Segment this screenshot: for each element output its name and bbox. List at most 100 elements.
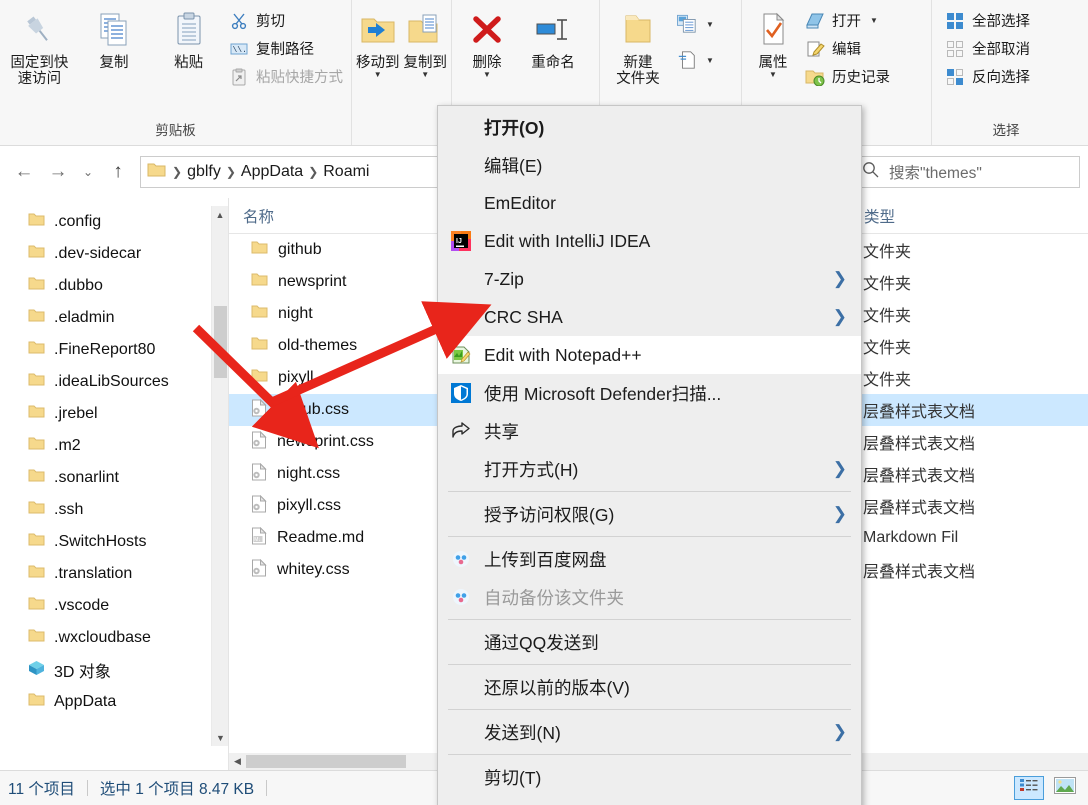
tree-item-ssh[interactable]: .ssh: [0, 494, 228, 526]
new-item-button[interactable]: ▼: [674, 12, 720, 36]
scroll-up-icon[interactable]: ▲: [212, 206, 228, 223]
cut-button[interactable]: 剪切: [226, 8, 349, 33]
select-none-button[interactable]: 全部取消: [942, 36, 1036, 61]
breadcrumb-item-2[interactable]: Roami: [320, 163, 372, 181]
context-menu-item-send-to[interactable]: 发送到(N) ❯: [438, 713, 861, 751]
context-menu-item-open-with[interactable]: 打开方式(H) ❯: [438, 450, 861, 488]
context-menu-item-crc-sha[interactable]: CRC SHA ❯: [438, 298, 861, 336]
pin-to-quick-access-button[interactable]: 固定到快 速访问: [2, 4, 77, 87]
context-menu-item-notepad-plus-plus[interactable]: Edit with Notepad++: [438, 336, 861, 374]
context-menu-item-intellij[interactable]: IJ Edit with IntelliJ IDEA: [438, 222, 861, 260]
new-small-buttons: ▼ ▼: [674, 4, 720, 72]
context-menu-item-emeditor[interactable]: EmEditor: [438, 184, 861, 222]
easy-access-button[interactable]: ▼: [674, 48, 720, 72]
context-menu-separator: [448, 536, 851, 537]
copy-button[interactable]: 复制: [77, 4, 152, 71]
tree-item-switchhosts[interactable]: .SwitchHosts: [0, 526, 228, 558]
paste-shortcut-icon: [229, 67, 249, 87]
new-folder-button[interactable]: 新建 文件夹: [602, 4, 674, 87]
edit-button[interactable]: 编辑: [802, 36, 896, 61]
up-button[interactable]: ↑: [102, 156, 134, 188]
back-button[interactable]: ←: [8, 156, 40, 188]
move-to-label: 移动到: [356, 55, 400, 71]
breadcrumb-item-0[interactable]: gblfy: [184, 163, 224, 181]
context-menu-item-send-via-qq[interactable]: 通过QQ发送到: [438, 623, 861, 661]
select-all-button[interactable]: 全部选择: [942, 8, 1036, 33]
tree-item-wxcloudbase[interactable]: .wxcloudbase: [0, 622, 228, 654]
scroll-left-icon[interactable]: ◀: [229, 756, 246, 767]
paste-shortcut-button[interactable]: 粘贴快捷方式: [226, 64, 349, 89]
tree-item-m2[interactable]: .m2: [0, 430, 228, 462]
scrollbar-thumb[interactable]: [214, 306, 227, 378]
context-menu-label: CRC SHA: [484, 306, 563, 327]
properties-button[interactable]: 属性 ▼: [744, 4, 802, 79]
open-button[interactable]: 打开 ▼: [802, 8, 896, 33]
tree-item-translation[interactable]: .translation: [0, 558, 228, 590]
history-button[interactable]: 历史记录: [802, 64, 896, 89]
tree-item-sonarlint[interactable]: .sonarlint: [0, 462, 228, 494]
context-menu-item-share[interactable]: 共享: [438, 412, 861, 450]
column-header-type[interactable]: 类型: [849, 204, 1049, 227]
properties-label: 属性: [758, 55, 788, 71]
hscrollbar-thumb[interactable]: [246, 755, 406, 768]
tree-item-3d-objects[interactable]: 3D 对象: [0, 654, 228, 686]
context-menu-item-copy[interactable]: 复制(C): [438, 796, 861, 805]
tree-item-label: .FineReport80: [54, 341, 156, 358]
copy-to-caret-icon[interactable]: ▼: [421, 71, 429, 79]
breadcrumb-item-1[interactable]: AppData: [238, 163, 306, 181]
move-to-caret-icon[interactable]: ▼: [374, 71, 382, 79]
chevron-down-icon: ⌄: [82, 165, 94, 179]
paste-button[interactable]: 粘贴: [151, 4, 226, 71]
move-to-button[interactable]: 移动到 ▼: [354, 4, 402, 79]
copy-path-button[interactable]: \\.. 复制路径: [226, 36, 349, 61]
scroll-down-icon[interactable]: ▼: [212, 729, 228, 746]
new-folder-icon: [618, 8, 658, 52]
easy-access-caret-icon[interactable]: ▼: [706, 56, 714, 65]
tree-item-config[interactable]: .config: [0, 206, 228, 238]
context-menu-item-7zip[interactable]: 7-Zip ❯: [438, 260, 861, 298]
open-icon: [805, 11, 825, 31]
context-menu-item-edit[interactable]: 编辑(E): [438, 146, 861, 184]
delete-button[interactable]: 删除 ▼: [454, 4, 520, 79]
folder-icon: [28, 340, 45, 360]
context-menu-item-auto-backup[interactable]: 自动备份该文件夹: [438, 578, 861, 616]
tree-item-label: .dev-sidecar: [54, 245, 142, 262]
folder-icon: [28, 244, 45, 264]
context-menu-label: Edit with IntelliJ IDEA: [484, 230, 651, 251]
rename-button[interactable]: 重命名: [520, 4, 586, 71]
baidu-netdisk-icon: [448, 550, 474, 568]
forward-button[interactable]: →: [42, 156, 74, 188]
tree-item-appdata[interactable]: AppData: [0, 686, 228, 718]
tree-item-label: .config: [54, 213, 102, 230]
thumbnail-view-icon: [1054, 777, 1076, 799]
search-placeholder: 搜索"themes": [889, 165, 982, 182]
search-box[interactable]: 搜索"themes": [852, 156, 1080, 188]
tree-item-dubbo[interactable]: .dubbo: [0, 270, 228, 302]
tree-item-vscode[interactable]: .vscode: [0, 590, 228, 622]
details-view-button[interactable]: [1014, 776, 1044, 800]
file-name-label: github.css: [277, 401, 350, 418]
thumbnail-view-button[interactable]: [1050, 776, 1080, 800]
invert-selection-button[interactable]: 反向选择: [942, 64, 1036, 89]
tree-item-jrebel[interactable]: .jrebel: [0, 398, 228, 430]
easy-access-icon: [677, 50, 697, 70]
context-menu-item-grant-access[interactable]: 授予访问权限(G) ❯: [438, 495, 861, 533]
recent-locations-button[interactable]: ⌄: [76, 156, 100, 188]
context-menu-item-restore-previous-versions[interactable]: 还原以前的版本(V): [438, 668, 861, 706]
tree-item-finereport80[interactable]: .FineReport80: [0, 334, 228, 366]
file-name-label: newsprint: [278, 273, 347, 290]
properties-caret-icon[interactable]: ▼: [769, 71, 777, 79]
tree-item-dev-sidecar[interactable]: .dev-sidecar: [0, 238, 228, 270]
copy-to-button[interactable]: 复制到 ▼: [402, 4, 450, 79]
context-menu-item-open[interactable]: 打开(O): [438, 108, 861, 146]
context-menu-item-defender-scan[interactable]: 使用 Microsoft Defender扫描...: [438, 374, 861, 412]
delete-caret-icon[interactable]: ▼: [483, 71, 491, 79]
open-caret-icon[interactable]: ▼: [870, 16, 878, 25]
navigation-pane-scrollbar[interactable]: ▲ ▼: [211, 206, 228, 746]
file-type-cell: 层叠样式表文档: [863, 500, 976, 517]
tree-item-eladmin[interactable]: .eladmin: [0, 302, 228, 334]
tree-item-idealibsources[interactable]: .ideaLibSources: [0, 366, 228, 398]
new-item-caret-icon[interactable]: ▼: [706, 20, 714, 29]
context-menu-item-cut[interactable]: 剪切(T): [438, 758, 861, 796]
context-menu-item-upload-baidu[interactable]: 上传到百度网盘: [438, 540, 861, 578]
